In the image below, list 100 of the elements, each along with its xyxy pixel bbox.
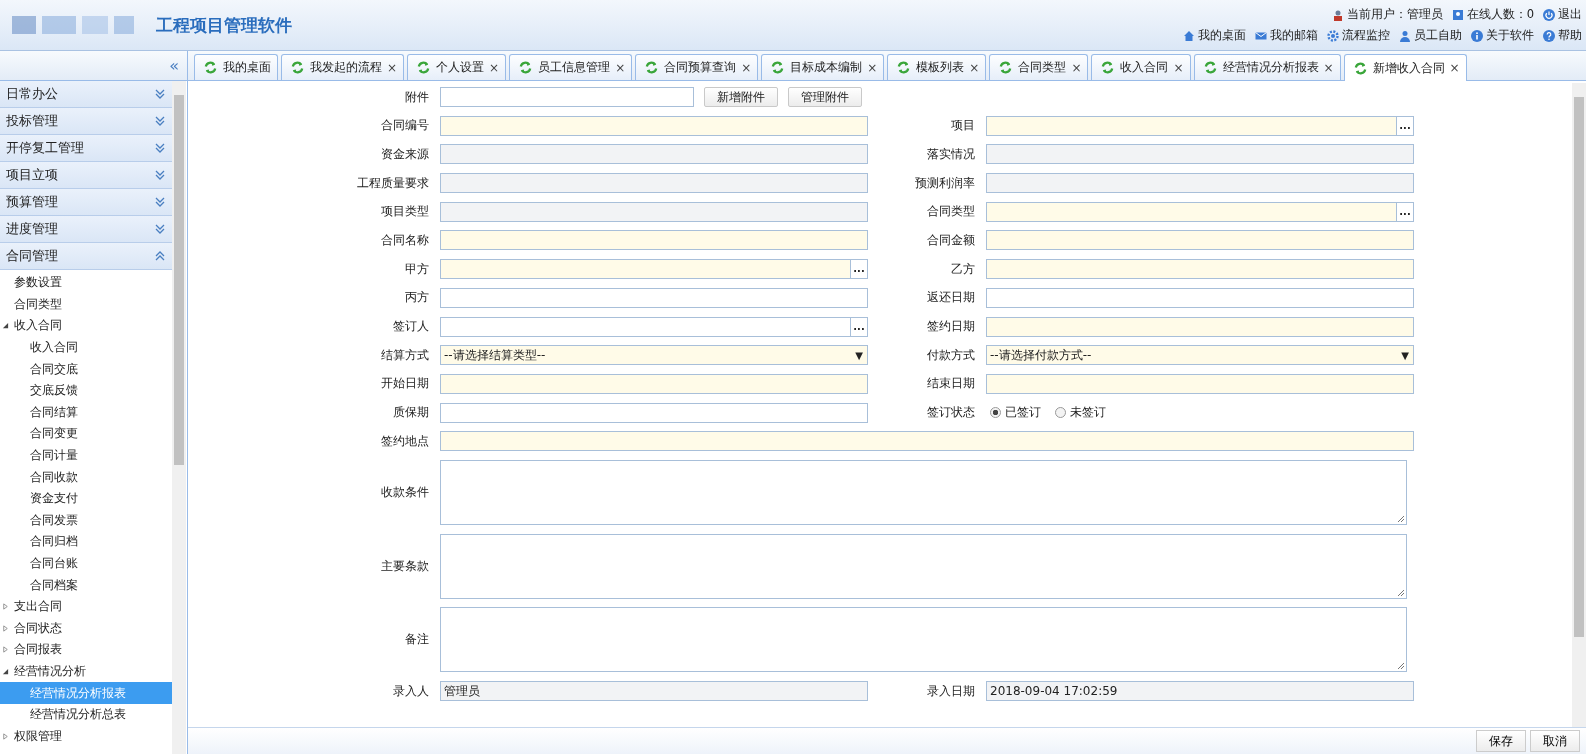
close-icon[interactable]: × <box>1071 60 1082 75</box>
text-area[interactable] <box>440 533 1407 599</box>
text-area[interactable] <box>440 459 1407 525</box>
input-field[interactable] <box>440 115 868 136</box>
toggle-icon[interactable] <box>2 603 9 611</box>
toggle-icon[interactable] <box>2 668 9 675</box>
tab[interactable]: 新增收入合同 × <box>1343 54 1467 81</box>
close-icon[interactable]: × <box>969 60 980 75</box>
tree-item[interactable]: 权限管理 <box>0 725 172 748</box>
text-area[interactable] <box>440 607 1407 673</box>
header-link[interactable]: 我的桌面 <box>1198 28 1246 43</box>
tree-item[interactable]: 合同收款 <box>0 466 172 488</box>
tab[interactable]: 合同预算查询 × <box>635 54 759 80</box>
attachment-button[interactable]: 新增附件 <box>704 87 778 107</box>
input-field[interactable] <box>986 316 1414 337</box>
tab[interactable]: 我发起的流程 × <box>281 54 405 80</box>
dropdown[interactable]: --请选择付款方式-- ▼ <box>986 345 1414 366</box>
input-field[interactable] <box>440 144 868 165</box>
accordion-header[interactable]: 预算管理 <box>0 189 172 216</box>
tab[interactable]: 收入合同 × <box>1091 54 1191 80</box>
accordion-header[interactable]: 进度管理 <box>0 216 172 243</box>
resize-grip-icon[interactable] <box>1397 588 1405 597</box>
tree-item[interactable]: 合同归档 <box>0 531 172 553</box>
close-icon[interactable]: × <box>1173 60 1184 75</box>
header-link[interactable]: 关于软件 <box>1486 28 1534 43</box>
close-icon[interactable]: × <box>1323 60 1334 75</box>
input-field[interactable] <box>440 201 868 222</box>
resize-grip-icon[interactable] <box>1397 662 1405 671</box>
tree-item[interactable]: 合同档案 <box>0 574 172 596</box>
tree-item[interactable]: 支出合同 <box>0 595 172 618</box>
tab[interactable]: 合同类型 × <box>989 54 1089 80</box>
input-field[interactable] <box>440 373 868 394</box>
scrollbar[interactable] <box>1572 83 1586 727</box>
logout-link[interactable]: 退出 <box>1558 7 1582 22</box>
input-field[interactable] <box>986 173 1414 194</box>
footer-button[interactable]: 保存 <box>1476 730 1526 752</box>
picker-button[interactable]: ... <box>850 260 867 279</box>
tree-item[interactable]: 合同状态 <box>0 617 172 640</box>
picker-button[interactable]: ... <box>850 317 867 336</box>
close-icon[interactable]: × <box>1449 61 1460 75</box>
tab[interactable]: 目标成本编制 × <box>761 54 885 80</box>
tree-item[interactable]: 合同台账 <box>0 552 172 575</box>
tree-item[interactable]: 合同结算 <box>0 401 172 424</box>
tree-item[interactable]: 收入合同 <box>0 315 172 337</box>
radio-option[interactable]: 已签订 <box>990 404 1041 422</box>
tree-item[interactable]: 合同交底 <box>0 358 172 380</box>
tree-item[interactable]: 参数设置 <box>0 272 172 294</box>
input-field[interactable] <box>440 402 868 423</box>
input-field[interactable]: 管理员 <box>440 681 868 701</box>
input-field[interactable] <box>986 287 1414 308</box>
tab[interactable]: 员工信息管理 × <box>509 54 633 80</box>
footer-button[interactable]: 取消 <box>1530 730 1580 752</box>
tab[interactable]: 模板列表 × <box>887 54 987 80</box>
input-field[interactable] <box>440 230 868 251</box>
radio-option[interactable]: 未签订 <box>1055 404 1106 422</box>
header-link[interactable]: 我的邮箱 <box>1270 28 1318 43</box>
input-field[interactable] <box>440 173 868 194</box>
picker-button[interactable]: ... <box>1396 202 1413 221</box>
close-icon[interactable]: × <box>615 60 626 75</box>
input-field[interactable]: ... <box>440 259 868 280</box>
attachment-button[interactable]: 管理附件 <box>788 87 862 107</box>
tree-item[interactable]: 合同发票 <box>0 509 172 532</box>
collapse-button[interactable]: « <box>167 56 181 75</box>
close-icon[interactable]: × <box>387 60 398 75</box>
input-field[interactable]: 2018-09-04 17:02:59 <box>986 681 1414 701</box>
toggle-icon[interactable] <box>2 624 9 632</box>
accordion-header[interactable]: 项目立项 <box>0 162 172 189</box>
radio-button[interactable] <box>1055 407 1066 419</box>
toggle-icon[interactable] <box>2 322 9 330</box>
header-link[interactable]: 帮助 <box>1558 28 1582 43</box>
input-field[interactable] <box>440 87 694 107</box>
tab[interactable]: 我的桌面 <box>194 54 278 80</box>
toggle-icon[interactable] <box>2 732 9 740</box>
tab[interactable]: 个人设置 × <box>407 54 507 80</box>
input-field[interactable]: ... <box>440 316 868 337</box>
header-link[interactable]: 流程监控 <box>1342 28 1390 43</box>
accordion-header[interactable]: 开停复工管理 <box>0 135 172 162</box>
tree-item[interactable]: 合同报表 <box>0 639 172 661</box>
scrollbar[interactable] <box>172 81 186 754</box>
accordion-header[interactable]: 合同管理 <box>0 243 172 270</box>
resize-grip-icon[interactable] <box>1397 514 1405 523</box>
input-field[interactable] <box>986 373 1414 394</box>
tree-item[interactable]: 合同类型 <box>0 293 172 316</box>
tree-item[interactable]: 合同变更 <box>0 423 172 445</box>
tree-item[interactable]: 交底反馈 <box>0 379 172 402</box>
input-field[interactable] <box>440 287 868 308</box>
tree-item[interactable]: 收入合同 <box>0 336 172 359</box>
input-field[interactable] <box>986 144 1414 165</box>
toggle-icon[interactable] <box>2 646 9 654</box>
radio-button[interactable] <box>990 407 1001 419</box>
input-field[interactable] <box>986 259 1414 280</box>
tab[interactable]: 经营情况分析报表 × <box>1193 54 1341 80</box>
tree-item[interactable]: 合同计量 <box>0 444 172 467</box>
accordion-header[interactable]: 日常办公 <box>0 81 172 108</box>
picker-button[interactable]: ... <box>1396 116 1413 135</box>
close-icon[interactable]: × <box>867 60 878 75</box>
dropdown[interactable]: --请选择结算类型-- ▼ <box>440 345 868 366</box>
input-field[interactable]: ... <box>986 115 1414 136</box>
input-field[interactable] <box>986 230 1414 251</box>
input-field[interactable] <box>440 431 1414 452</box>
